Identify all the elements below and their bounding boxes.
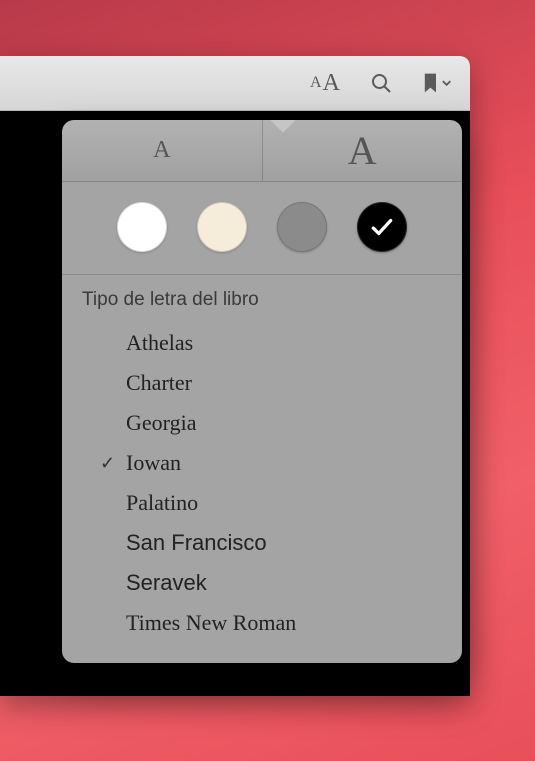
font-item-athelas[interactable]: Athelas — [82, 323, 442, 363]
font-item-seravek[interactable]: Seravek — [82, 563, 442, 603]
bookmark-icon — [422, 71, 439, 95]
increase-text-size-button[interactable]: A — [262, 120, 463, 181]
font-item-palatino[interactable]: Palatino — [82, 483, 442, 523]
font-section-title: Tipo de letra del libro — [82, 289, 442, 311]
theme-sepia-swatch[interactable] — [197, 202, 247, 252]
font-name: San Francisco — [126, 530, 442, 556]
text-size-row: A A — [62, 120, 462, 182]
font-section: Tipo de letra del libro Athelas Charter … — [62, 275, 462, 663]
appearance-large-a: A — [323, 70, 340, 97]
search-button[interactable] — [366, 68, 396, 98]
font-name: Times New Roman — [126, 610, 442, 636]
theme-black-swatch[interactable] — [357, 202, 407, 252]
font-item-san-francisco[interactable]: San Francisco — [82, 523, 442, 563]
appearance-small-a: A — [310, 74, 322, 92]
font-name: Iowan — [126, 450, 442, 476]
bookmark-button[interactable] — [422, 68, 452, 98]
large-a-glyph: A — [348, 127, 377, 174]
font-item-georgia[interactable]: Georgia — [82, 403, 442, 443]
theme-gray-swatch[interactable] — [277, 202, 327, 252]
font-name: Athelas — [126, 330, 442, 356]
decrease-text-size-button[interactable]: A — [62, 120, 262, 181]
appearance-button[interactable]: AA — [310, 68, 340, 98]
font-list: Athelas Charter Georgia ✓ Iowan Palatino… — [82, 323, 442, 643]
font-item-times-new-roman[interactable]: Times New Roman — [82, 603, 442, 643]
appearance-popover: A A Tipo de letra del libro Athelas Char… — [62, 120, 462, 663]
font-name: Georgia — [126, 410, 442, 436]
font-name: Charter — [126, 370, 442, 396]
theme-white-swatch[interactable] — [117, 202, 167, 252]
search-icon — [369, 71, 393, 95]
theme-color-row — [62, 182, 462, 275]
font-item-charter[interactable]: Charter — [82, 363, 442, 403]
font-tick: ✓ — [100, 453, 126, 474]
font-name: Seravek — [126, 570, 442, 596]
font-name: Palatino — [126, 490, 442, 516]
small-a-glyph: A — [153, 137, 170, 164]
window-toolbar: AA — [0, 56, 470, 111]
check-icon — [369, 214, 395, 240]
chevron-down-icon — [441, 77, 452, 89]
font-item-iowan[interactable]: ✓ Iowan — [82, 443, 442, 483]
